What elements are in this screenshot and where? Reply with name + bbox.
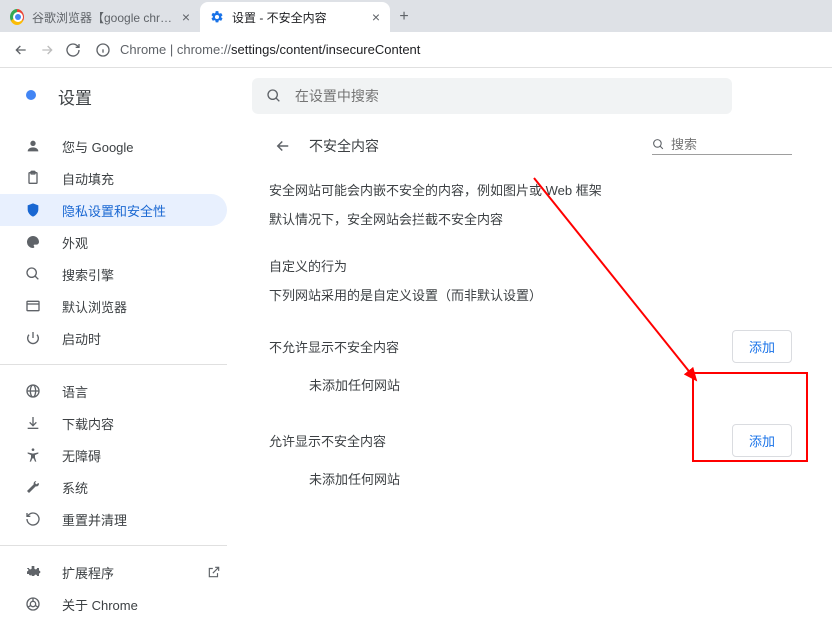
annotation-arrow bbox=[0, 0, 832, 617]
annotation-highlight-box bbox=[692, 372, 808, 462]
